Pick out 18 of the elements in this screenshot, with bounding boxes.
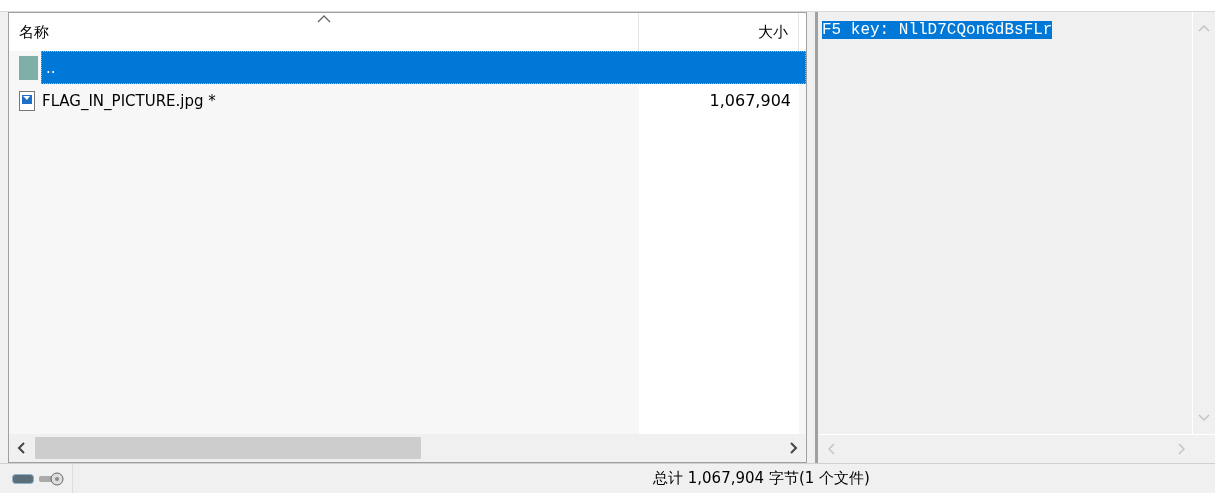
scroll-down-icon[interactable] (1198, 414, 1210, 422)
sort-up-icon (316, 15, 331, 23)
horizontal-scrollbar[interactable] (9, 434, 806, 462)
drive-icon (12, 473, 34, 484)
scroll-up-icon[interactable] (1198, 24, 1210, 32)
scroll-right-icon[interactable] (788, 442, 798, 454)
file-name: FLAG_IN_PICTURE.jpg * (41, 91, 217, 110)
scroll-thumb[interactable] (35, 437, 421, 459)
file-name: .. (45, 58, 57, 77)
preview-text: F5 key: NllD7CQon6dBsFLr (822, 21, 1053, 39)
scroll-left-icon[interactable] (17, 442, 27, 454)
key-icon (38, 471, 64, 486)
status-summary: 总计 1,067,904 字节(1 个文件) (653, 469, 870, 488)
file-row[interactable]: FLAG_IN_PICTURE.jpg * 1,067,904 (37, 84, 806, 117)
image-file-icon (19, 90, 35, 111)
file-size: 1,067,904 (708, 91, 792, 110)
folder-icon (19, 55, 39, 80)
file-row[interactable]: .. (41, 51, 806, 84)
